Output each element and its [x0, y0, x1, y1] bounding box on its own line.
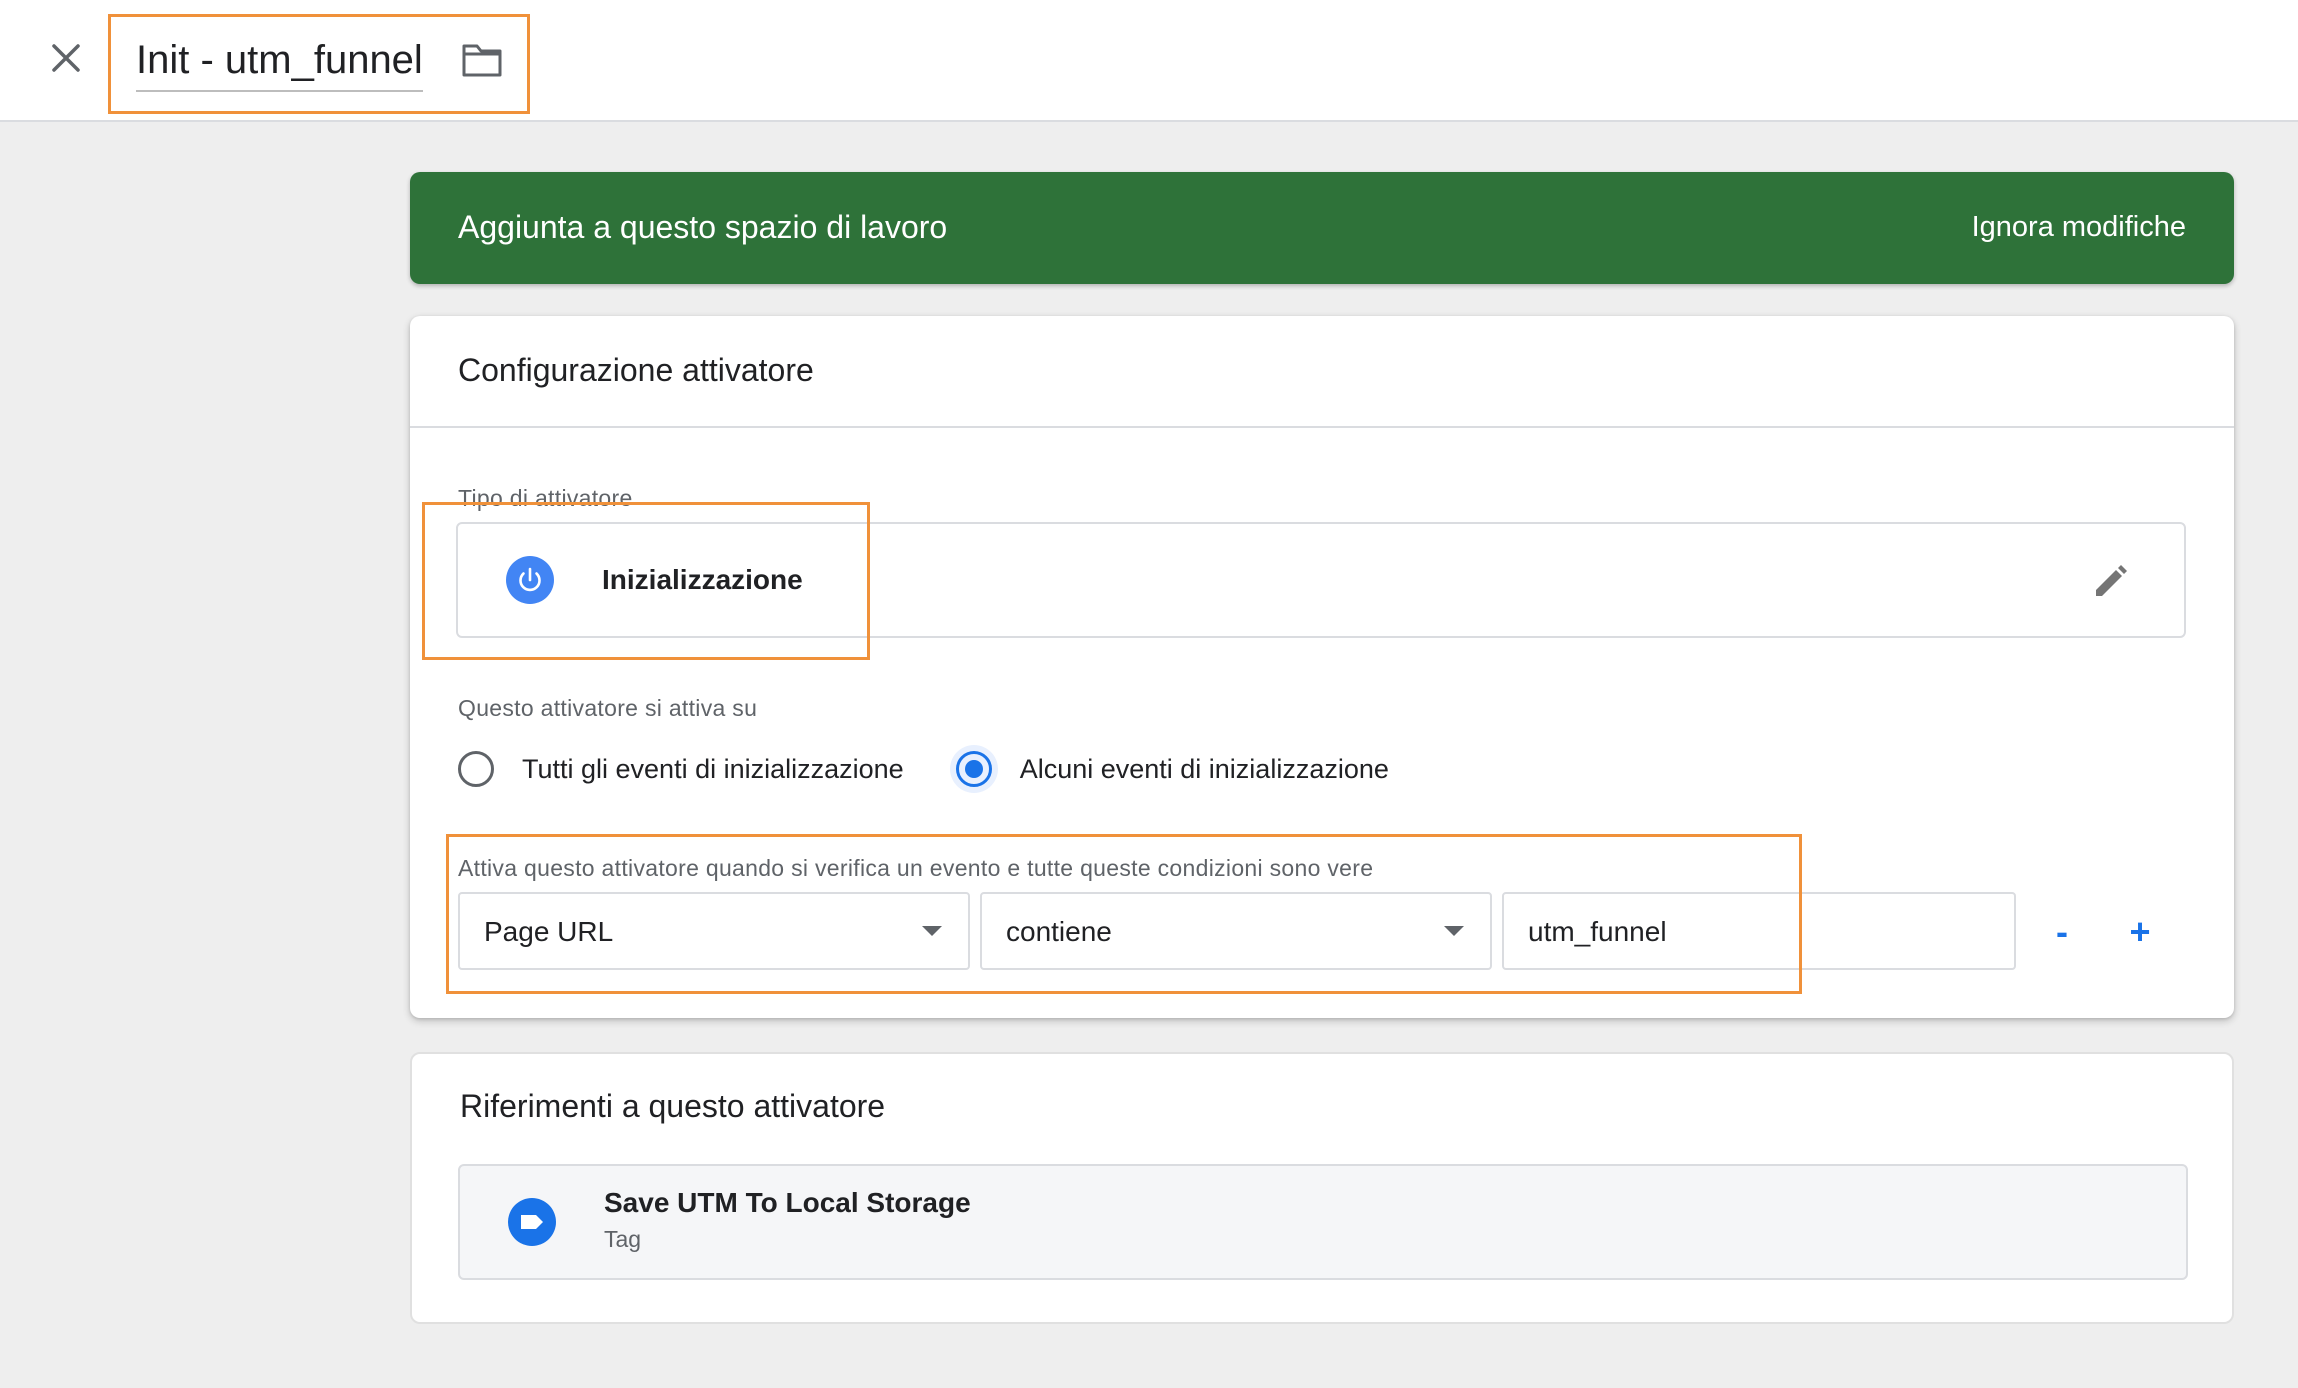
radio-label: Alcuni eventi di inizializzazione [1019, 754, 1389, 784]
reference-type: Tag [604, 1226, 642, 1252]
condition-value-input[interactable]: utm_funnel [1502, 892, 2016, 970]
condition-label: Attiva questo attivatore quando si verif… [458, 855, 1374, 881]
trigger-type-label: Tipo di attivatore [458, 485, 633, 511]
trigger-name-input[interactable]: Init - utm_funnel [136, 34, 423, 92]
radio-all-events[interactable]: Tutti gli eventi di inizializzazione [458, 749, 904, 789]
variable-select[interactable]: Page URL [458, 892, 970, 970]
references-title: Riferimenti a questo attivatore [460, 1088, 886, 1124]
variable-value: Page URL [484, 916, 614, 947]
top-bar: Init - utm_funnel [0, 0, 2298, 122]
discard-changes-button[interactable]: Ignora modifiche [1972, 204, 2186, 250]
operator-value: contiene [1006, 916, 1112, 947]
workspace-banner: Aggiunta a questo spazio di lavoro Ignor… [410, 172, 2234, 284]
radio-label: Tutti gli eventi di inizializzazione [522, 754, 904, 784]
trigger-configuration-card: Configurazione attivatore Tipo di attiva… [410, 316, 2234, 1018]
operator-select[interactable]: contiene [980, 892, 1492, 970]
trigger-type-name: Inizializzazione [602, 564, 803, 595]
card-divider [410, 426, 2234, 428]
power-icon [506, 556, 554, 604]
banner-title: Aggiunta a questo spazio di lavoro [458, 209, 948, 245]
trigger-type-selector[interactable]: Inizializzazione [456, 522, 2186, 638]
config-title: Configurazione attivatore [458, 352, 814, 388]
radio-button[interactable] [458, 751, 494, 787]
folder-icon[interactable] [460, 40, 504, 80]
close-icon[interactable] [44, 36, 88, 80]
fires-on-label: Questo attivatore si attiva su [458, 695, 758, 721]
dropdown-arrow-icon [1444, 926, 1464, 936]
radio-button-selected[interactable] [955, 751, 992, 787]
radio-some-events[interactable]: Alcuni eventi di inizializzazione [955, 749, 1389, 789]
trigger-references-card: Riferimenti a questo attivatore Save UTM… [410, 1052, 2234, 1324]
pencil-icon[interactable] [2088, 560, 2132, 604]
condition-value: utm_funnel [1528, 916, 1667, 947]
tag-icon [508, 1198, 556, 1246]
fires-on-radio-group: Tutti gli eventi di inizializzazione Alc… [458, 746, 1441, 792]
reference-name: Save UTM To Local Storage [604, 1187, 971, 1218]
remove-condition-button[interactable]: - [2042, 914, 2082, 954]
add-condition-button[interactable]: + [2120, 914, 2160, 954]
dropdown-arrow-icon [922, 926, 942, 936]
reference-item[interactable]: Save UTM To Local Storage Tag [458, 1164, 2188, 1280]
